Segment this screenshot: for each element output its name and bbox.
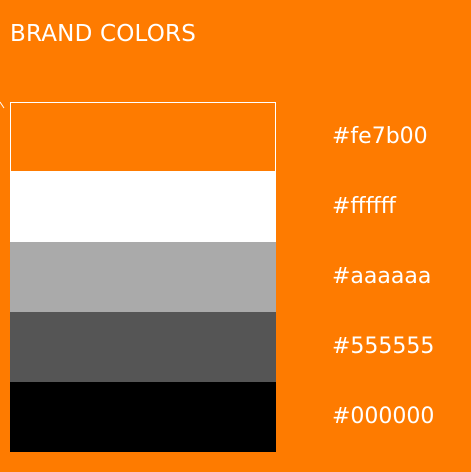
hex-label-primary-orange: #fe7b00 bbox=[332, 124, 428, 149]
swatch-dark-gray bbox=[10, 312, 276, 382]
swatch-primary-orange bbox=[10, 102, 276, 172]
hex-label-black: #000000 bbox=[332, 404, 435, 429]
hex-label-light-gray: #aaaaaa bbox=[332, 264, 432, 289]
page-title: BRAND COLORS bbox=[10, 21, 197, 47]
swatch-light-gray bbox=[10, 242, 276, 312]
hex-label-dark-gray: #555555 bbox=[332, 334, 435, 359]
swatch-white bbox=[10, 172, 276, 242]
color-palette bbox=[10, 102, 276, 452]
corner-tick-mark bbox=[0, 101, 5, 109]
swatch-black bbox=[10, 382, 276, 452]
hex-label-white: #ffffff bbox=[332, 194, 396, 219]
